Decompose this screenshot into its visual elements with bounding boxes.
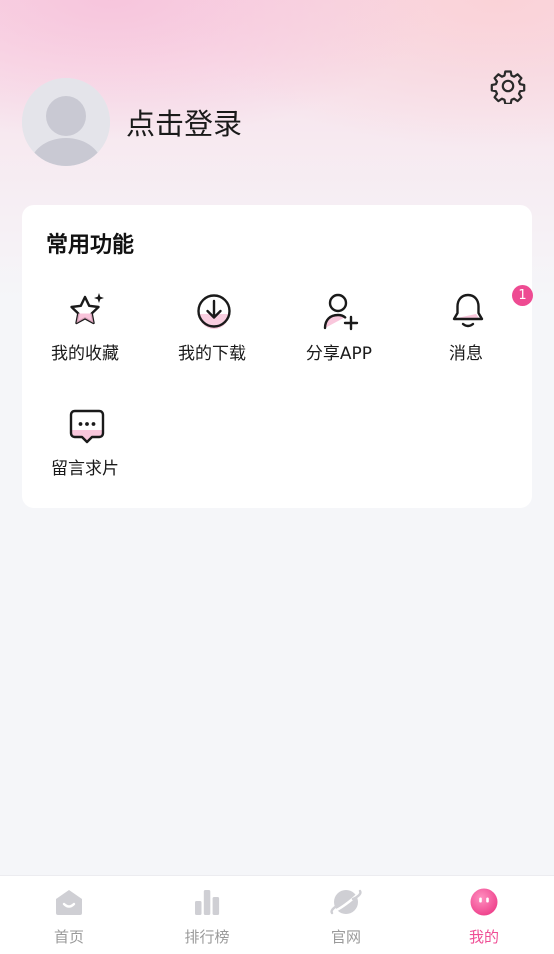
download-icon	[194, 291, 234, 331]
common-functions-card: 常用功能 我的收藏 我的下载 分享APP 1 消息 留言求片	[22, 205, 533, 508]
star-sparkle-icon	[67, 291, 107, 331]
func-request-movie[interactable]: 留言求片	[30, 406, 140, 496]
login-link[interactable]: 点击登录	[126, 104, 242, 144]
func-label: 留言求片	[51, 459, 119, 479]
tab-mine[interactable]: 我的	[415, 876, 553, 954]
tab-label: 排行榜	[184, 928, 230, 946]
bell-icon: 1	[448, 285, 533, 331]
avatar[interactable]	[22, 78, 110, 166]
bottom-tab-bar: 首页 排行榜 官网 我的	[0, 875, 554, 954]
tab-label: 官网	[330, 928, 361, 946]
home-icon	[53, 886, 85, 918]
planet-icon	[330, 886, 362, 918]
func-label: 我的下载	[178, 344, 246, 364]
tab-official-site[interactable]: 官网	[277, 876, 415, 954]
add-user-icon	[321, 291, 361, 331]
func-messages[interactable]: 1 消息	[411, 285, 533, 381]
card-title: 常用功能	[46, 233, 135, 258]
unread-badge: 1	[512, 285, 533, 306]
func-label: 分享APP	[305, 344, 373, 364]
chat-bubble-icon	[67, 406, 107, 446]
ranking-icon	[191, 886, 223, 918]
settings-gear-icon[interactable]	[490, 68, 526, 105]
func-label: 消息	[449, 344, 483, 364]
tab-label: 首页	[53, 928, 84, 946]
tab-home[interactable]: 首页	[0, 876, 138, 954]
func-label: 我的收藏	[51, 344, 119, 364]
func-downloads[interactable]: 我的下载	[157, 291, 267, 381]
tab-ranking[interactable]: 排行榜	[138, 876, 276, 954]
profile-face-icon	[468, 886, 500, 918]
func-share-app[interactable]: 分享APP	[284, 291, 394, 381]
func-favorites[interactable]: 我的收藏	[30, 291, 140, 381]
tab-label: 我的	[468, 928, 499, 946]
